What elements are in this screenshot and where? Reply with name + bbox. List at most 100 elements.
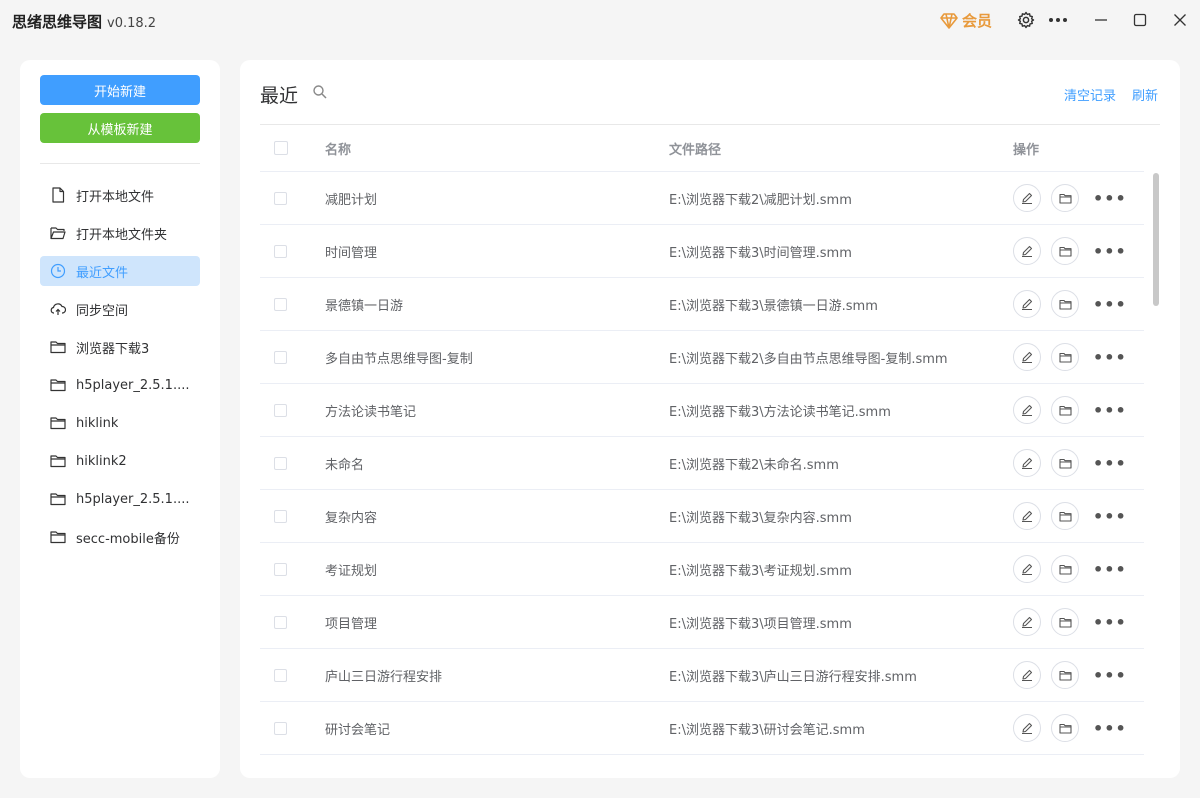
open-folder-icon[interactable] bbox=[1051, 449, 1079, 477]
file-name[interactable]: 考证规划 bbox=[325, 560, 669, 579]
row-checkbox[interactable] bbox=[274, 297, 287, 311]
file-path: E:\浏览器下载2\未命名.smm bbox=[669, 457, 839, 473]
open-folder-icon[interactable] bbox=[1051, 714, 1079, 742]
open-folder-icon[interactable] bbox=[1051, 290, 1079, 318]
edit-icon[interactable] bbox=[1013, 237, 1041, 265]
vip-button[interactable]: 会员 bbox=[940, 10, 992, 31]
open-folder-icon[interactable] bbox=[1051, 184, 1079, 212]
file-path: E:\浏览器下载3\复杂内容.smm bbox=[669, 510, 852, 526]
edit-icon[interactable] bbox=[1013, 608, 1041, 636]
cloud-sync-icon bbox=[50, 301, 66, 317]
file-name[interactable]: 多自由节点思维导图-复制 bbox=[325, 348, 669, 367]
more-options-icon[interactable]: ••• bbox=[1093, 454, 1127, 473]
main-panel: 最近 清空记录 刷新 名称 文件路径 操作 减肥计划 E:\浏览器下载2\减肥计划… bbox=[240, 60, 1180, 778]
search-icon[interactable] bbox=[312, 84, 328, 100]
maximize-icon[interactable] bbox=[1130, 10, 1150, 30]
table-row[interactable]: 庐山三日游行程安排 E:\浏览器下载3\庐山三日游行程安排.smm ••• bbox=[260, 649, 1144, 702]
edit-icon[interactable] bbox=[1013, 555, 1041, 583]
row-checkbox[interactable] bbox=[274, 244, 287, 258]
row-checkbox[interactable] bbox=[274, 350, 287, 364]
select-all-checkbox[interactable] bbox=[274, 141, 288, 155]
table-row[interactable]: 景德镇一日游 E:\浏览器下载3\景德镇一日游.smm ••• bbox=[260, 278, 1144, 331]
open-folder-icon[interactable] bbox=[1051, 502, 1079, 530]
edit-icon[interactable] bbox=[1013, 502, 1041, 530]
more-options-icon[interactable]: ••• bbox=[1093, 507, 1127, 526]
row-checkbox[interactable] bbox=[274, 509, 287, 523]
minimize-icon[interactable] bbox=[1091, 10, 1111, 30]
row-checkbox[interactable] bbox=[274, 562, 287, 576]
more-options-icon[interactable]: ••• bbox=[1093, 401, 1127, 420]
file-path: E:\浏览器下载3\时间管理.smm bbox=[669, 245, 852, 261]
open-folder-icon[interactable] bbox=[1051, 396, 1079, 424]
file-name[interactable]: 未命名 bbox=[325, 454, 669, 473]
new-from-template-button[interactable]: 从模板新建 bbox=[40, 113, 200, 143]
edit-icon[interactable] bbox=[1013, 714, 1041, 742]
table-row[interactable]: 项目管理 E:\浏览器下载3\项目管理.smm ••• bbox=[260, 596, 1144, 649]
close-icon[interactable] bbox=[1170, 10, 1190, 30]
row-checkbox[interactable] bbox=[274, 721, 287, 735]
more-menu-icon[interactable] bbox=[1048, 10, 1068, 30]
file-name[interactable]: 方法论读书笔记 bbox=[325, 401, 669, 420]
edit-icon[interactable] bbox=[1013, 449, 1041, 477]
sidebar-item-label: 同步空间 bbox=[76, 303, 129, 319]
table-row[interactable]: 多自由节点思维导图-复制 E:\浏览器下载2\多自由节点思维导图-复制.smm ••… bbox=[260, 331, 1144, 384]
row-checkbox[interactable] bbox=[274, 403, 287, 417]
edit-icon[interactable] bbox=[1013, 290, 1041, 318]
sidebar-item-label: secc-mobile备份 bbox=[76, 531, 180, 547]
file-name[interactable]: 庐山三日游行程安排 bbox=[325, 666, 669, 685]
edit-icon[interactable] bbox=[1013, 661, 1041, 689]
more-options-icon[interactable]: ••• bbox=[1093, 242, 1127, 261]
open-folder-icon[interactable] bbox=[1051, 237, 1079, 265]
settings-gear-icon[interactable] bbox=[1016, 10, 1036, 30]
table-row[interactable]: 未命名 E:\浏览器下载2\未命名.smm ••• bbox=[260, 437, 1144, 490]
open-folder-icon[interactable] bbox=[1051, 608, 1079, 636]
sidebar-item-2[interactable]: 最近文件 bbox=[40, 256, 200, 286]
refresh-link[interactable]: 刷新 bbox=[1132, 85, 1158, 104]
open-folder-icon[interactable] bbox=[1051, 555, 1079, 583]
open-folder-icon[interactable] bbox=[1051, 343, 1079, 371]
clear-history-link[interactable]: 清空记录 bbox=[1064, 85, 1116, 104]
edit-icon[interactable] bbox=[1013, 396, 1041, 424]
more-options-icon[interactable]: ••• bbox=[1093, 719, 1127, 738]
row-checkbox[interactable] bbox=[274, 668, 287, 682]
file-name[interactable]: 研讨会笔记 bbox=[325, 719, 669, 738]
sidebar-item-5[interactable]: h5player_2.5.1.... bbox=[40, 370, 200, 400]
row-checkbox[interactable] bbox=[274, 615, 287, 629]
more-options-icon[interactable]: ••• bbox=[1093, 613, 1127, 632]
row-checkbox[interactable] bbox=[274, 191, 287, 205]
table-row[interactable]: 研讨会笔记 E:\浏览器下载3\研讨会笔记.smm ••• bbox=[260, 702, 1144, 755]
edit-icon[interactable] bbox=[1013, 343, 1041, 371]
table-row[interactable]: 方法论读书笔记 E:\浏览器下载3\方法论读书笔记.smm ••• bbox=[260, 384, 1144, 437]
folder-icon bbox=[50, 529, 66, 545]
table-scrollbar[interactable] bbox=[1153, 173, 1159, 306]
file-path: E:\浏览器下载3\项目管理.smm bbox=[669, 616, 852, 632]
table-row[interactable]: 复杂内容 E:\浏览器下载3\复杂内容.smm ••• bbox=[260, 490, 1144, 543]
sidebar-item-4[interactable]: 浏览器下载3 bbox=[40, 332, 200, 362]
edit-icon[interactable] bbox=[1013, 184, 1041, 212]
table-row[interactable]: 考证规划 E:\浏览器下载3\考证规划.smm ••• bbox=[260, 543, 1144, 596]
sidebar-item-3[interactable]: 同步空间 bbox=[40, 294, 200, 324]
file-name[interactable]: 复杂内容 bbox=[325, 507, 669, 526]
more-options-icon[interactable]: ••• bbox=[1093, 348, 1127, 367]
file-name[interactable]: 时间管理 bbox=[325, 242, 669, 261]
file-name[interactable]: 项目管理 bbox=[325, 613, 669, 632]
file-path: E:\浏览器下载3\考证规划.smm bbox=[669, 563, 852, 579]
folder-open-icon bbox=[50, 225, 66, 241]
sidebar-item-7[interactable]: hiklink2 bbox=[40, 446, 200, 476]
row-checkbox[interactable] bbox=[274, 456, 287, 470]
sidebar-item-9[interactable]: secc-mobile备份 bbox=[40, 522, 200, 552]
more-options-icon[interactable]: ••• bbox=[1093, 560, 1127, 579]
more-options-icon[interactable]: ••• bbox=[1093, 295, 1127, 314]
sidebar-item-1[interactable]: 打开本地文件夹 bbox=[40, 218, 200, 248]
sidebar-item-8[interactable]: h5player_2.5.1.... bbox=[40, 484, 200, 514]
new-file-button[interactable]: 开始新建 bbox=[40, 75, 200, 105]
more-options-icon[interactable]: ••• bbox=[1093, 666, 1127, 685]
table-row[interactable]: 时间管理 E:\浏览器下载3\时间管理.smm ••• bbox=[260, 225, 1144, 278]
open-folder-icon[interactable] bbox=[1051, 661, 1079, 689]
sidebar-item-0[interactable]: 打开本地文件 bbox=[40, 180, 200, 210]
file-name[interactable]: 减肥计划 bbox=[325, 189, 669, 208]
table-row[interactable]: 减肥计划 E:\浏览器下载2\减肥计划.smm ••• bbox=[260, 172, 1144, 225]
sidebar-item-6[interactable]: hiklink bbox=[40, 408, 200, 438]
file-name[interactable]: 景德镇一日游 bbox=[325, 295, 669, 314]
more-options-icon[interactable]: ••• bbox=[1093, 189, 1127, 208]
